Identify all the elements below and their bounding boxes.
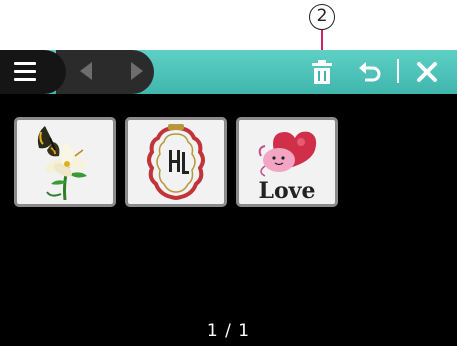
- callout-marker: 2: [309, 4, 335, 30]
- menu-icon: [14, 62, 36, 86]
- trash-icon[interactable]: [311, 59, 333, 85]
- next-arrow-icon[interactable]: [131, 62, 143, 80]
- butterfly-lily-image: [37, 126, 87, 201]
- hl-monogram-image: [147, 124, 205, 201]
- love-heart-image: Love: [259, 131, 317, 204]
- toolbar-separator: [397, 59, 399, 83]
- page-indicator: 1 / 1: [206, 321, 251, 341]
- love-text: Love: [259, 178, 316, 204]
- design-thumbnail-hl-monogram[interactable]: [125, 117, 227, 207]
- design-thumbnail-love[interactable]: Love: [236, 117, 338, 207]
- close-icon[interactable]: [416, 61, 438, 83]
- menu-button[interactable]: [0, 50, 66, 94]
- design-thumbnail-butterfly-lily[interactable]: [14, 117, 116, 207]
- toolbar: [0, 50, 457, 94]
- embroidery-screen: Love 1 / 1: [0, 50, 457, 346]
- prev-arrow-icon[interactable]: [80, 62, 92, 80]
- undo-icon[interactable]: [358, 61, 382, 83]
